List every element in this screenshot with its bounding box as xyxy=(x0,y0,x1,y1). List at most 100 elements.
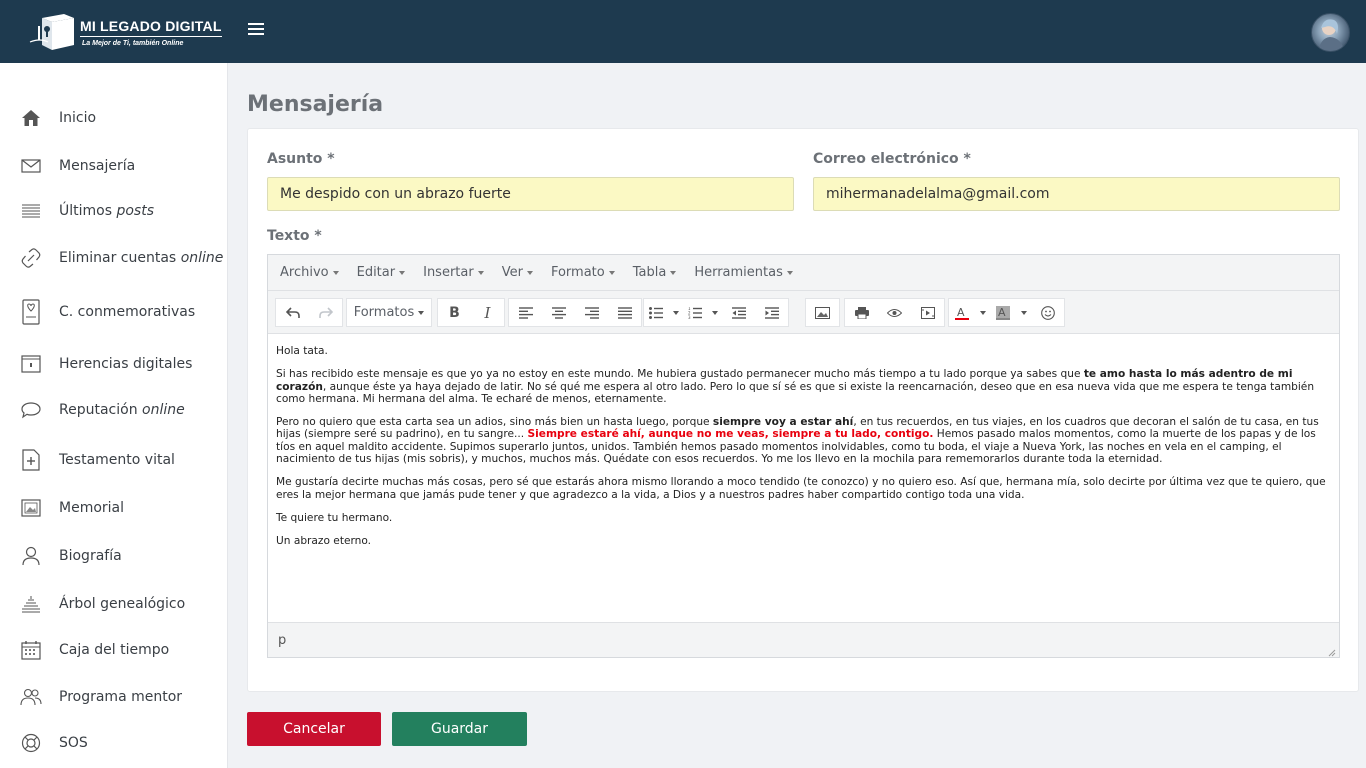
sidebar-item-ultimos-posts[interactable]: Últimos posts xyxy=(0,191,228,231)
document-plus-icon xyxy=(20,449,42,471)
menu-tabla[interactable]: Tabla xyxy=(633,265,677,280)
sidebar-item-label: C. conmemorativas xyxy=(59,304,196,320)
sidebar-item-label: SOS xyxy=(59,735,88,751)
align-left-icon[interactable] xyxy=(509,299,542,326)
menu-archivo[interactable]: Archivo xyxy=(280,265,339,280)
align-justify-icon[interactable] xyxy=(608,299,641,326)
sidebar-item-eliminar-cuentas[interactable]: Eliminar cuentas online xyxy=(0,238,228,278)
svg-text:3: 3 xyxy=(688,315,691,319)
avatar[interactable] xyxy=(1311,13,1350,52)
text-style-group: B I xyxy=(437,298,505,327)
align-right-icon[interactable] xyxy=(575,299,608,326)
numbered-list-icon[interactable]: 123 xyxy=(683,299,707,326)
sidebar-item-label: Testamento vital xyxy=(59,452,175,468)
editor-statusbar: p xyxy=(268,622,1339,657)
sidebar-item-label: Árbol genealógico xyxy=(59,596,186,612)
align-center-icon[interactable] xyxy=(542,299,575,326)
sidebar: Inicio Mensajería Últimos posts Eliminar… xyxy=(0,63,228,768)
highlight-color-icon[interactable]: A xyxy=(990,299,1016,326)
sidebar-item-testamento[interactable]: Testamento vital xyxy=(0,440,228,480)
undo-icon[interactable] xyxy=(276,299,309,326)
bullet-list-icon[interactable] xyxy=(644,299,668,326)
subject-input[interactable] xyxy=(267,177,794,211)
sidebar-item-label: Eliminar cuentas xyxy=(59,250,181,266)
menu-editar[interactable]: Editar xyxy=(357,265,406,280)
photo-frame-icon xyxy=(20,497,42,519)
emoji-icon[interactable] xyxy=(1031,299,1064,326)
sidebar-item-label: Últimos xyxy=(59,203,117,219)
sidebar-item-label: Biografía xyxy=(59,548,122,564)
user-icon xyxy=(20,545,42,567)
formats-dropdown[interactable]: Formatos xyxy=(347,299,431,326)
element-path[interactable]: p xyxy=(278,633,286,648)
history-group xyxy=(275,298,343,327)
save-button[interactable]: Guardar xyxy=(392,712,527,746)
calendar-icon xyxy=(20,639,42,661)
menu-insertar[interactable]: Insertar xyxy=(423,265,484,280)
sidebar-item-label: Caja del tiempo xyxy=(59,642,170,658)
sidebar-item-reputacion[interactable]: Reputación online xyxy=(0,390,228,430)
color-group: A A xyxy=(948,298,1065,327)
paragraph: Hola tata. xyxy=(276,345,328,357)
paragraph: Un abrazo eterno. xyxy=(276,535,372,548)
image-icon[interactable] xyxy=(806,299,839,326)
media-embed-icon[interactable] xyxy=(911,299,944,326)
sidebar-item-memorial[interactable]: Memorial xyxy=(0,488,228,528)
hamburger-menu-icon[interactable] xyxy=(248,20,264,38)
sidebar-item-label-emphasis: online xyxy=(180,250,224,266)
list-group: 123 xyxy=(643,298,789,327)
outdent-icon[interactable] xyxy=(722,299,755,326)
svg-text:A: A xyxy=(957,306,965,319)
sidebar-item-biografia[interactable]: Biografía xyxy=(0,536,228,576)
paragraph: Me gustaría decirte muchas más cosas, pe… xyxy=(276,476,1326,501)
sidebar-item-arbol[interactable]: Árbol genealógico xyxy=(0,584,228,624)
menu-herramientas[interactable]: Herramientas xyxy=(694,265,793,280)
sidebar-item-conmemorativas[interactable]: C. conmemorativas xyxy=(0,292,228,332)
sidebar-item-inicio[interactable]: Inicio xyxy=(0,98,228,138)
memorial-card-icon xyxy=(20,299,42,325)
redo-icon[interactable] xyxy=(309,299,342,326)
highlight-color-chevron-down-icon[interactable] xyxy=(1016,299,1031,326)
box-icon xyxy=(20,353,42,375)
sidebar-item-label: Memorial xyxy=(59,500,125,516)
print-icon[interactable] xyxy=(845,299,878,326)
sidebar-item-mensajeria[interactable]: Mensajería xyxy=(0,146,228,186)
sidebar-item-label: Reputación xyxy=(59,402,143,418)
paragraph: Pero no quiero que esta carta sea un adi… xyxy=(276,416,1319,466)
editor-content-area[interactable]: Hola tata. Si has recibido este mensaje … xyxy=(268,334,1339,622)
formats-group: Formatos xyxy=(346,298,432,327)
paragraph: Te quiere tu hermano. xyxy=(276,511,393,524)
speech-bubble-icon xyxy=(20,399,42,421)
numbered-list-chevron-down-icon[interactable] xyxy=(707,299,722,326)
lifebuoy-icon xyxy=(20,732,42,754)
resize-handle-icon[interactable] xyxy=(1328,646,1336,657)
editor-toolbar: Formatos B I 123 A A xyxy=(268,291,1339,334)
bullet-list-chevron-down-icon[interactable] xyxy=(668,299,683,326)
brand-tagline: La Mejor de Ti, también Online xyxy=(82,39,184,47)
brand-title: MI LEGADO DIGITAL xyxy=(80,18,222,37)
insert-group xyxy=(805,298,840,327)
sidebar-item-herencias[interactable]: Herencias digitales xyxy=(0,344,228,384)
subject-label: Asunto * xyxy=(267,151,335,167)
sidebar-item-sos[interactable]: SOS xyxy=(0,723,228,763)
indent-icon[interactable] xyxy=(755,299,788,326)
menu-formato[interactable]: Formato xyxy=(551,265,615,280)
text-color-chevron-down-icon[interactable] xyxy=(975,299,990,326)
cancel-button[interactable]: Cancelar xyxy=(247,712,381,746)
italic-icon[interactable]: I xyxy=(471,299,504,326)
top-bar: MI LEGADO DIGITAL La Mejor de Ti, tambié… xyxy=(0,0,1366,63)
sidebar-item-caja-tiempo[interactable]: Caja del tiempo xyxy=(0,630,228,670)
email-input[interactable] xyxy=(813,177,1340,211)
sidebar-item-label: Herencias digitales xyxy=(59,356,193,372)
text-label: Texto * xyxy=(267,228,322,244)
sidebar-item-label: Mensajería xyxy=(59,158,136,174)
bold-icon[interactable]: B xyxy=(438,299,471,326)
sidebar-item-mentor[interactable]: Programa mentor xyxy=(0,677,228,717)
preview-eye-icon[interactable] xyxy=(878,299,911,326)
paragraph: Si has recibido este mensaje es que yo y… xyxy=(276,368,1315,405)
logo[interactable]: MI LEGADO DIGITAL La Mejor de Ti, tambié… xyxy=(28,10,222,54)
sidebar-item-label: Programa mentor xyxy=(59,689,183,705)
text-color-icon[interactable]: A xyxy=(949,299,975,326)
menu-ver[interactable]: Ver xyxy=(502,265,533,280)
editor-menubar: Archivo Editar Insertar Ver Formato Tabl… xyxy=(268,255,1339,291)
